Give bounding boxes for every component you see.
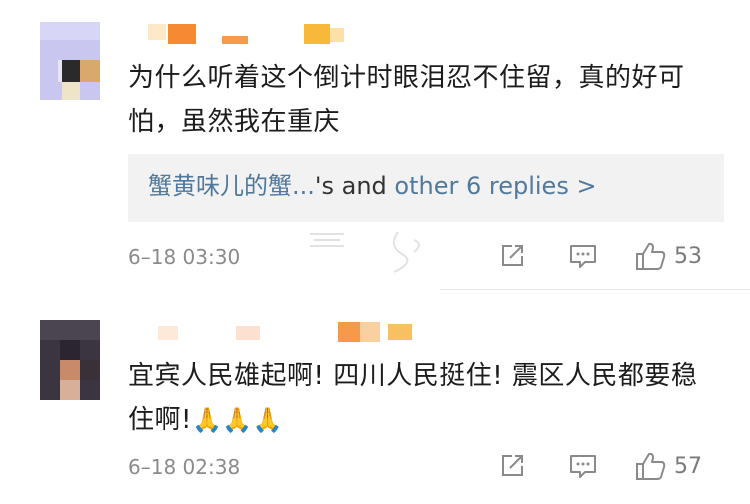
username[interactable] (128, 24, 358, 44)
thumbs-up-icon (636, 242, 666, 270)
comment-button[interactable] (568, 240, 598, 272)
comment-button[interactable] (568, 450, 598, 482)
comment-time: 6–18 02:38 (128, 455, 241, 479)
watermark-graphic (310, 231, 420, 273)
comment-text: 为什么听着这个倒计时眼泪忍不住留，真的好可怕，虽然我在重庆 (128, 63, 685, 137)
comment-actions: 53 (498, 240, 724, 272)
reply-author-link[interactable]: 蟹黄味儿的蟹... (148, 172, 315, 200)
share-icon (502, 245, 523, 266)
username[interactable] (128, 322, 428, 342)
avatar[interactable] (40, 22, 100, 100)
share-button[interactable] (498, 450, 526, 482)
replies-connector: 's and (314, 172, 395, 200)
like-button[interactable]: 57 (634, 450, 702, 482)
thumbs-up-icon (636, 452, 666, 480)
comment-item: 为什么听着这个倒计时眼泪忍不住留，真的好可怕，虽然我在重庆 蟹黄味儿的蟹...'… (0, 0, 750, 290)
replies-line: 蟹黄味儿的蟹...'s and other 6 replies > (148, 168, 597, 204)
avatar[interactable] (40, 320, 100, 400)
comment-time: 6–18 03:30 (128, 245, 241, 269)
comment-icon (570, 245, 596, 268)
comment-item: 宜宾人民雄起啊! 四川人民挺住! 震区人民都要稳住啊!🙏🙏🙏 6–18 02:3… (0, 290, 750, 504)
watermark (302, 226, 452, 276)
share-button[interactable] (498, 240, 526, 272)
comment-text: 宜宾人民雄起啊! 四川人民挺住! 震区人民都要稳住啊!🙏🙏🙏 (128, 354, 718, 442)
more-replies-link[interactable]: other 6 replies > (394, 172, 596, 200)
comment-actions: 57 (498, 450, 724, 482)
like-count: 57 (674, 453, 702, 479)
pray-emoji: 🙏🙏🙏 (191, 406, 284, 434)
share-icon (502, 455, 523, 476)
comment-icon (570, 455, 596, 478)
like-button[interactable]: 53 (634, 240, 702, 272)
replies-preview[interactable]: 蟹黄味儿的蟹...'s and other 6 replies > (128, 154, 724, 222)
like-count: 53 (674, 243, 702, 269)
